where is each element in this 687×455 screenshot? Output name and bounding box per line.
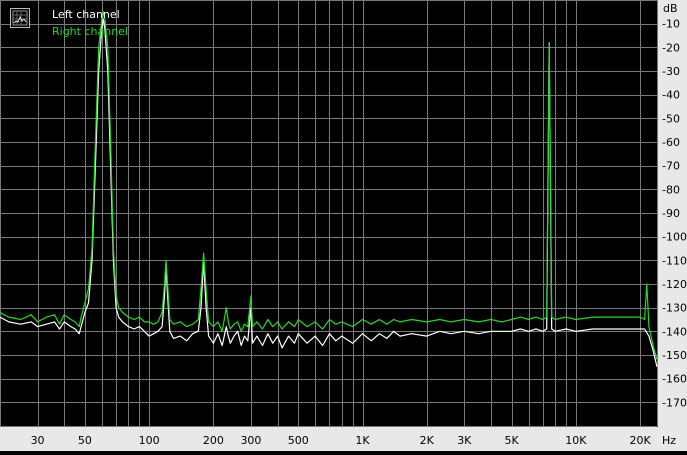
legend-right-channel: Right channel [52,25,128,38]
y-tick-label: -110 [662,254,687,267]
x-tick-label: 200 [203,434,224,447]
legend-left-channel: Left channel [52,8,120,21]
y-tick-label: -130 [662,302,687,315]
y-tick-label: -70 [662,160,680,173]
y-tick-label: -50 [662,112,680,125]
y-tick-label: -30 [662,65,680,78]
spectrum-chart: dB -10 -20 -30 -40 -50 -60 -70 -80 -90 -100 -110 -12… [0,0,687,451]
x-tick-label: 3K [457,434,472,447]
chart-plot: dB -10 -20 -30 -40 -50 -60 -70 -80 -90 -100 -110 -12… [0,0,687,451]
x-tick-label: 1K [355,434,370,447]
y-tick-label: -140 [662,325,687,338]
x-tick-label: 20K [629,434,651,447]
y-tick-label: -60 [662,136,680,149]
y-tick-label: -90 [662,207,680,220]
chart-background [0,0,687,451]
x-tick-label: 30 [31,434,45,447]
y-tick-label: -160 [662,373,687,386]
y-tick-label: -80 [662,183,680,196]
x-tick-label: 10K [565,434,587,447]
x-tick-label: 300 [240,434,261,447]
y-tick-label: -20 [662,41,680,54]
y-tick-label: -100 [662,231,687,244]
x-tick-label: 500 [288,434,309,447]
x-tick-label: 5K [505,434,520,447]
y-tick-label: -150 [662,349,687,362]
y-tick-label: -40 [662,89,680,102]
y-tick-label: -170 [662,396,687,409]
x-tick-label: 100 [139,434,160,447]
y-tick-label: -120 [662,278,687,291]
x-tick-label: 2K [420,434,435,447]
y-axis-unit: dB [663,2,678,15]
x-axis-unit: Hz [662,434,676,447]
x-tick-label: 50 [78,434,92,447]
y-tick-label: -10 [662,18,680,31]
spectrum-icon[interactable] [10,8,30,28]
